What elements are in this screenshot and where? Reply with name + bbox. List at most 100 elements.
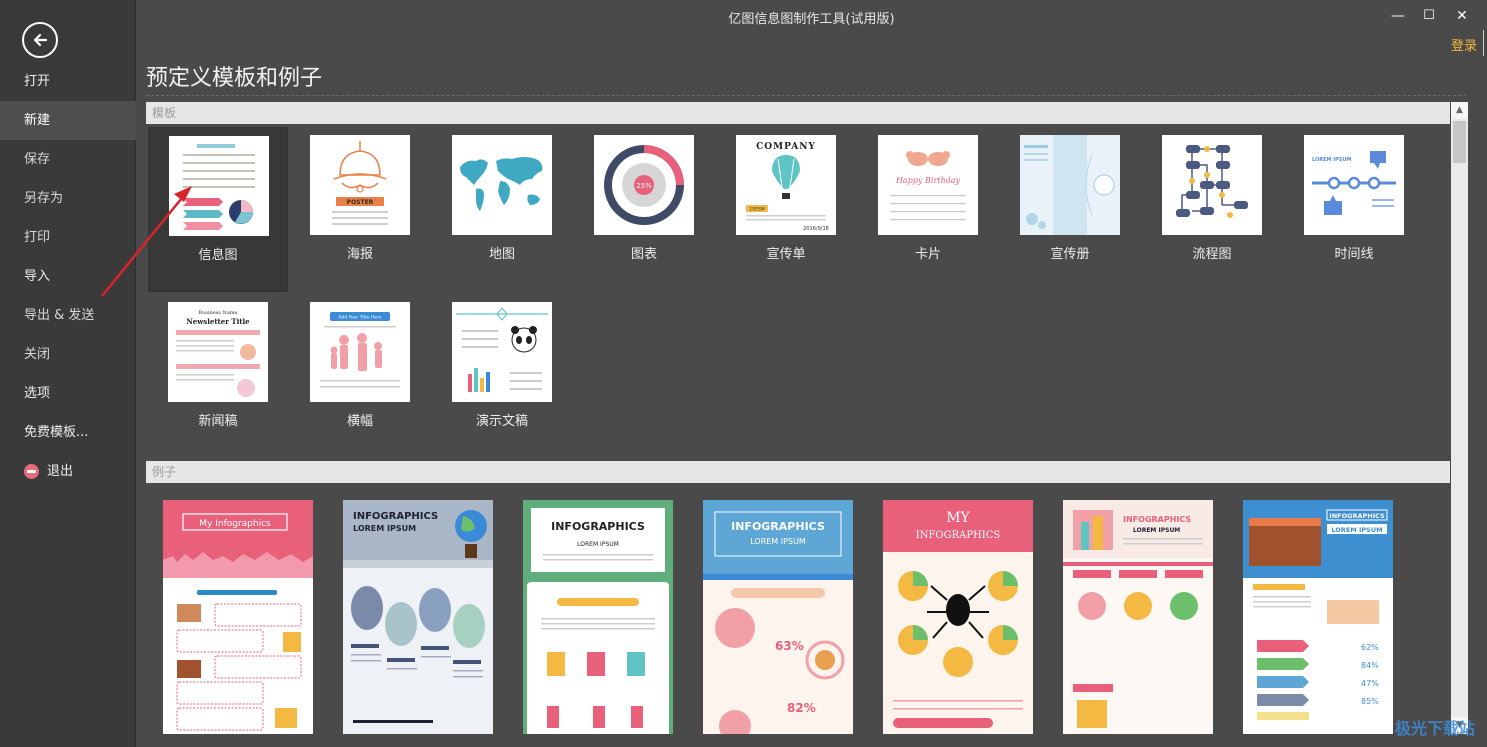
newsletter-icon: Business Name Newsletter Title (168, 302, 268, 402)
example-7-subtitle: LOREM IPSUM (1331, 526, 1382, 534)
chart-thumb-pct: 25% (636, 182, 652, 190)
example-4-title: INFOGRAPHICS (731, 520, 825, 533)
example-2[interactable]: INFOGRAPHICS LOREM IPSUM (343, 500, 493, 734)
vertical-scrollbar[interactable]: ▲ ▼ (1451, 102, 1468, 734)
login-divider (1483, 30, 1484, 56)
example-4-pct1: 63% (775, 639, 804, 653)
template-label: 图表 (630, 247, 657, 262)
example-3-title: INFOGRAPHICS (551, 520, 645, 533)
template-label: 演示文稿 (475, 414, 528, 429)
example-2-subtitle: LOREM IPSUM (353, 524, 416, 533)
menu-new[interactable]: 新建 (0, 101, 136, 140)
template-timeline[interactable]: LOREM IPSUM 时间线 (1284, 127, 1424, 292)
menu-options[interactable]: 选项 (0, 374, 136, 413)
template-gallery: 模板 信息图 POSTER 海报 地图 25% 图表 COMPANY 10PSM… (146, 102, 1450, 734)
example-3[interactable]: INFOGRAPHICS LOREM IPSUM (523, 500, 673, 734)
login-link[interactable]: 登录 (1451, 35, 1477, 54)
template-newsletter[interactable]: Business Name Newsletter Title 新闻稿 (148, 294, 288, 459)
title-divider (146, 95, 1466, 96)
menu-print[interactable]: 打印 (0, 218, 136, 257)
chart-icon: 25% (594, 135, 694, 235)
title-bar: 亿图信息图制作工具(试用版) — ☐ ✕ (136, 0, 1487, 32)
example-2-title: INFOGRAPHICS (353, 511, 438, 522)
flowchart-icon (1162, 135, 1262, 235)
presentation-icon (452, 302, 552, 402)
maximize-button[interactable]: ☐ (1419, 6, 1439, 26)
menu-close[interactable]: 关闭 (0, 335, 136, 374)
scroll-up-button[interactable]: ▲ (1451, 102, 1468, 119)
menu-import[interactable]: 导入 (0, 257, 136, 296)
banner-thumb-text: Add Your Title Here (339, 315, 382, 321)
example-3-subtitle: LOREM IPSUM (577, 541, 619, 548)
menu-save-as[interactable]: 另存为 (0, 179, 136, 218)
template-infographic[interactable]: 信息图 (148, 127, 288, 292)
example-7-pct4: 84% (1361, 661, 1379, 670)
template-presentation[interactable]: 演示文稿 (432, 294, 572, 459)
template-label: 宣传单 (766, 247, 806, 262)
infographic-icon (169, 136, 269, 236)
flyer-thumb-company: COMPANY (756, 142, 816, 152)
template-label: 新闻稿 (198, 414, 238, 429)
card-icon: Happy Birthday (878, 135, 978, 235)
menu-exit[interactable]: 退出 (0, 452, 136, 491)
sidebar-menu: 打开 新建 保存 另存为 打印 导入 导出 & 发送 关闭 选项 免费模板...… (0, 62, 136, 491)
example-6[interactable]: INFOGRAPHICS LOREM IPSUM (1063, 500, 1213, 734)
banner-icon: Add Your Title Here (310, 302, 410, 402)
newsletter-thumb-title: Newsletter Title (186, 317, 250, 326)
example-6-subtitle: LOREM IPSUM (1133, 527, 1180, 534)
example-4-subtitle: LOREM IPSUM (750, 537, 806, 546)
window-title: 亿图信息图制作工具(试用版) (728, 12, 895, 27)
example-5[interactable]: MY INFOGRAPHICS (883, 500, 1033, 734)
template-label: 地图 (488, 247, 515, 262)
template-flyer[interactable]: COMPANY 10PSM 2016/9/18 宣传单 (716, 127, 856, 292)
flyer-icon: COMPANY 10PSM 2016/9/18 (736, 135, 836, 235)
example-4[interactable]: INFOGRAPHICS LOREM IPSUM 63% 82% (703, 500, 853, 734)
template-label: 卡片 (914, 247, 941, 262)
examples-header: 例子 (146, 461, 1450, 483)
example-4-pct2: 82% (787, 701, 816, 715)
template-banner[interactable]: Add Your Title Here 横幅 (290, 294, 430, 459)
menu-exit-label: 退出 (47, 464, 74, 479)
example-5-title: MY (946, 510, 970, 526)
poster-thumb-text: POSTER (347, 199, 374, 206)
page-title: 预定义模板和例子 (146, 66, 323, 91)
brochure-icon (1020, 135, 1120, 235)
scroll-thumb[interactable] (1453, 121, 1466, 163)
watermark-logo: 极光下载站 (1394, 719, 1475, 738)
template-chart[interactable]: 25% 图表 (574, 127, 714, 292)
template-poster[interactable]: POSTER 海报 (290, 127, 430, 292)
close-button[interactable]: ✕ (1452, 6, 1472, 26)
template-card[interactable]: Happy Birthday 卡片 (858, 127, 998, 292)
poster-icon: POSTER (310, 135, 410, 235)
template-label: 横幅 (346, 414, 373, 429)
template-brochure[interactable]: 宣传册 (1000, 127, 1140, 292)
card-thumb-text: Happy Birthday (895, 176, 961, 185)
example-5-subtitle: INFOGRAPHICS (916, 530, 1001, 541)
template-map[interactable]: 地图 (432, 127, 572, 292)
back-button[interactable] (22, 22, 58, 58)
timeline-thumb-text: LOREM IPSUM (1312, 157, 1351, 163)
timeline-icon: LOREM IPSUM (1304, 135, 1404, 235)
newsletter-thumb-name: Business Name (198, 310, 237, 316)
template-label: 流程图 (1192, 247, 1232, 262)
flyer-thumb-tag: 10PSM (749, 207, 764, 213)
menu-save[interactable]: 保存 (0, 140, 136, 179)
menu-free-templates[interactable]: 免费模板... (0, 413, 136, 452)
example-7-pct6: 85% (1361, 697, 1379, 706)
example-7[interactable]: INFOGRAPHICS LOREM IPSUM 62% 84% 47% 85% (1243, 500, 1393, 734)
example-6-title: INFOGRAPHICS (1123, 515, 1191, 524)
example-1-title: My Infographics (199, 519, 271, 529)
template-label: 海报 (346, 247, 373, 262)
menu-open[interactable]: 打开 (0, 62, 136, 101)
backstage-sidebar: 打开 新建 保存 另存为 打印 导入 导出 & 发送 关闭 选项 免费模板...… (0, 0, 136, 747)
template-flowchart[interactable]: 流程图 (1142, 127, 1282, 292)
flyer-thumb-date: 2016/9/18 (803, 226, 829, 232)
example-7-title: INFOGRAPHICS (1329, 512, 1385, 520)
map-icon (452, 135, 552, 235)
example-1[interactable]: My Infographics (163, 500, 313, 734)
example-7-pct5: 47% (1361, 679, 1379, 688)
template-label: 信息图 (198, 248, 238, 263)
minimize-button[interactable]: — (1388, 6, 1408, 26)
menu-export-send[interactable]: 导出 & 发送 (0, 296, 136, 335)
templates-header: 模板 (146, 102, 1450, 124)
